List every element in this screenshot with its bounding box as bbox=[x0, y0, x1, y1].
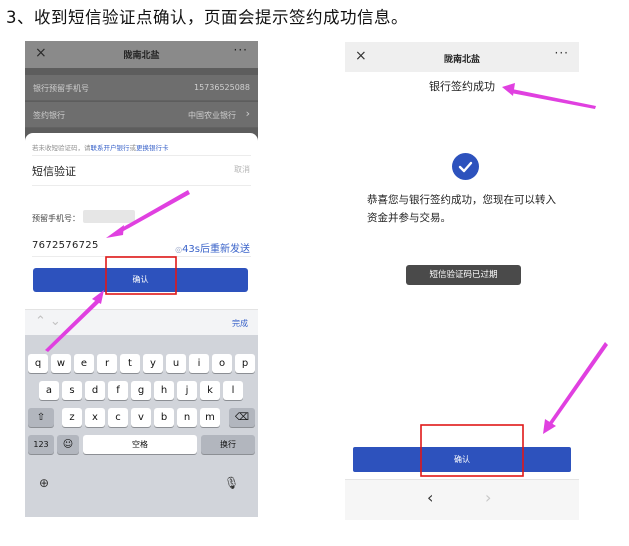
timer-text: 43s后重新发送 bbox=[182, 244, 250, 255]
key-z[interactable]: z bbox=[62, 408, 82, 427]
sms-hint: 若未收短验证码，请联系开户银行或更换银行卡 bbox=[32, 142, 169, 152]
cancel-button[interactable]: 取消 bbox=[234, 164, 250, 175]
confirm-button[interactable]: 确认 bbox=[353, 447, 571, 472]
check-circle-icon bbox=[452, 153, 479, 180]
success-message: 恭喜您与银行签约成功，您现在可以转入资金并参与交易。 bbox=[367, 194, 556, 224]
sms-title: 短信验证 bbox=[32, 165, 76, 178]
key-r[interactable]: r bbox=[97, 354, 117, 373]
browser-toolbar: ‹ › bbox=[345, 479, 579, 520]
change-card-link[interactable]: 更换银行卡 bbox=[136, 144, 169, 152]
contact-bank-link[interactable]: 联系开户银行 bbox=[91, 144, 130, 152]
key-p[interactable]: p bbox=[235, 354, 255, 373]
nav-title: 陇南北盐 bbox=[443, 55, 480, 65]
row-value: 15736525088 bbox=[194, 83, 250, 92]
key-f[interactable]: f bbox=[108, 381, 128, 400]
key-e[interactable]: e bbox=[74, 354, 94, 373]
more-icon[interactable]: ··· bbox=[234, 43, 248, 57]
key-d[interactable]: d bbox=[85, 381, 105, 400]
key-m[interactable]: m bbox=[200, 408, 220, 427]
phone-label: 预留手机号： bbox=[32, 214, 80, 223]
key-c[interactable]: c bbox=[108, 408, 128, 427]
sms-code-input[interactable]: 7672576725 bbox=[32, 240, 99, 251]
key-n[interactable]: n bbox=[177, 408, 197, 427]
divider bbox=[32, 155, 251, 156]
bg-row-bank[interactable]: 签约银行 中国农业银行 › bbox=[25, 102, 258, 128]
instruction-text: 3、收到短信验证点确认，页面会提示签约成功信息。 bbox=[6, 8, 408, 27]
key-t[interactable]: t bbox=[120, 354, 140, 373]
back-icon[interactable]: ‹ bbox=[427, 488, 433, 507]
key-i[interactable]: i bbox=[189, 354, 209, 373]
key-u[interactable]: u bbox=[166, 354, 186, 373]
resend-timer[interactable]: ◎43s后重新发送 bbox=[175, 240, 250, 255]
field-nav-arrows-icon[interactable]: ⌃⌄ bbox=[35, 314, 65, 329]
key-y[interactable]: y bbox=[143, 354, 163, 373]
key-j[interactable]: j bbox=[177, 381, 197, 400]
divider bbox=[32, 256, 251, 257]
backspace-icon: ⌫ bbox=[234, 412, 250, 423]
left-nav-bar: × 陇南北盐 ··· bbox=[25, 41, 258, 68]
bg-row-phone: 银行预留手机号 15736525088 bbox=[25, 75, 258, 101]
key-q[interactable]: q bbox=[28, 354, 48, 373]
clock-icon: ◎ bbox=[175, 245, 183, 254]
key-o[interactable]: o bbox=[212, 354, 232, 373]
left-phone-screenshot: × 陇南北盐 ··· 银行预留手机号 15736525088 签约银行 中国农业… bbox=[25, 41, 258, 517]
return-key[interactable]: 换行 bbox=[201, 435, 255, 454]
keyboard: q w e r t y u i o p a s d f g h j k l ⇧ … bbox=[25, 335, 258, 517]
delete-key[interactable]: ⌫ bbox=[229, 408, 255, 427]
key-w[interactable]: w bbox=[51, 354, 71, 373]
nav-title: 陇南北盐 bbox=[123, 51, 160, 61]
numbers-key[interactable]: 123 bbox=[28, 435, 54, 454]
key-b[interactable]: b bbox=[154, 408, 174, 427]
divider bbox=[32, 185, 251, 186]
masked-phone-number bbox=[83, 210, 135, 223]
key-g[interactable]: g bbox=[131, 381, 151, 400]
chevron-right-icon: › bbox=[245, 107, 250, 120]
key-h[interactable]: h bbox=[154, 381, 174, 400]
emoji-icon: ☺ bbox=[62, 439, 74, 450]
row-value: 中国农业银行 bbox=[188, 111, 236, 120]
key-a[interactable]: a bbox=[39, 381, 59, 400]
right-nav-bar: × 陇南北盐 ··· bbox=[345, 42, 579, 72]
key-l[interactable]: l bbox=[223, 381, 243, 400]
emoji-key[interactable]: ☺ bbox=[57, 435, 79, 454]
space-key[interactable]: 空格 bbox=[83, 435, 197, 454]
forward-icon[interactable]: › bbox=[485, 488, 491, 507]
row-label: 签约银行 bbox=[33, 111, 65, 120]
globe-icon[interactable]: ⊕ bbox=[39, 476, 49, 490]
confirm-button[interactable]: 确认 bbox=[33, 268, 248, 292]
microphone-icon[interactable]: 🎙 bbox=[224, 476, 239, 490]
shift-key[interactable]: ⇧ bbox=[28, 408, 54, 427]
expired-toast: 短信验证码已过期 bbox=[406, 265, 521, 285]
keyboard-toolbar: ⌃⌄ 完成 bbox=[25, 309, 258, 335]
more-icon[interactable]: ··· bbox=[555, 46, 569, 60]
row-label: 银行预留手机号 bbox=[33, 84, 89, 93]
hint-prefix: 若未收短验证码，请 bbox=[32, 144, 91, 152]
key-x[interactable]: x bbox=[85, 408, 105, 427]
right-phone-screenshot: × 陇南北盐 ··· 银行签约成功 恭喜您与银行签约成功，您现在可以转入资金并参… bbox=[345, 42, 579, 520]
success-heading: 银行签约成功 bbox=[429, 80, 495, 93]
key-v[interactable]: v bbox=[131, 408, 151, 427]
key-k[interactable]: k bbox=[200, 381, 220, 400]
sms-verification-modal: 若未收短验证码，请联系开户银行或更换银行卡 短信验证 取消 预留手机号： 767… bbox=[25, 133, 258, 335]
key-s[interactable]: s bbox=[62, 381, 82, 400]
shift-icon: ⇧ bbox=[36, 412, 46, 423]
done-button[interactable]: 完成 bbox=[232, 318, 248, 329]
